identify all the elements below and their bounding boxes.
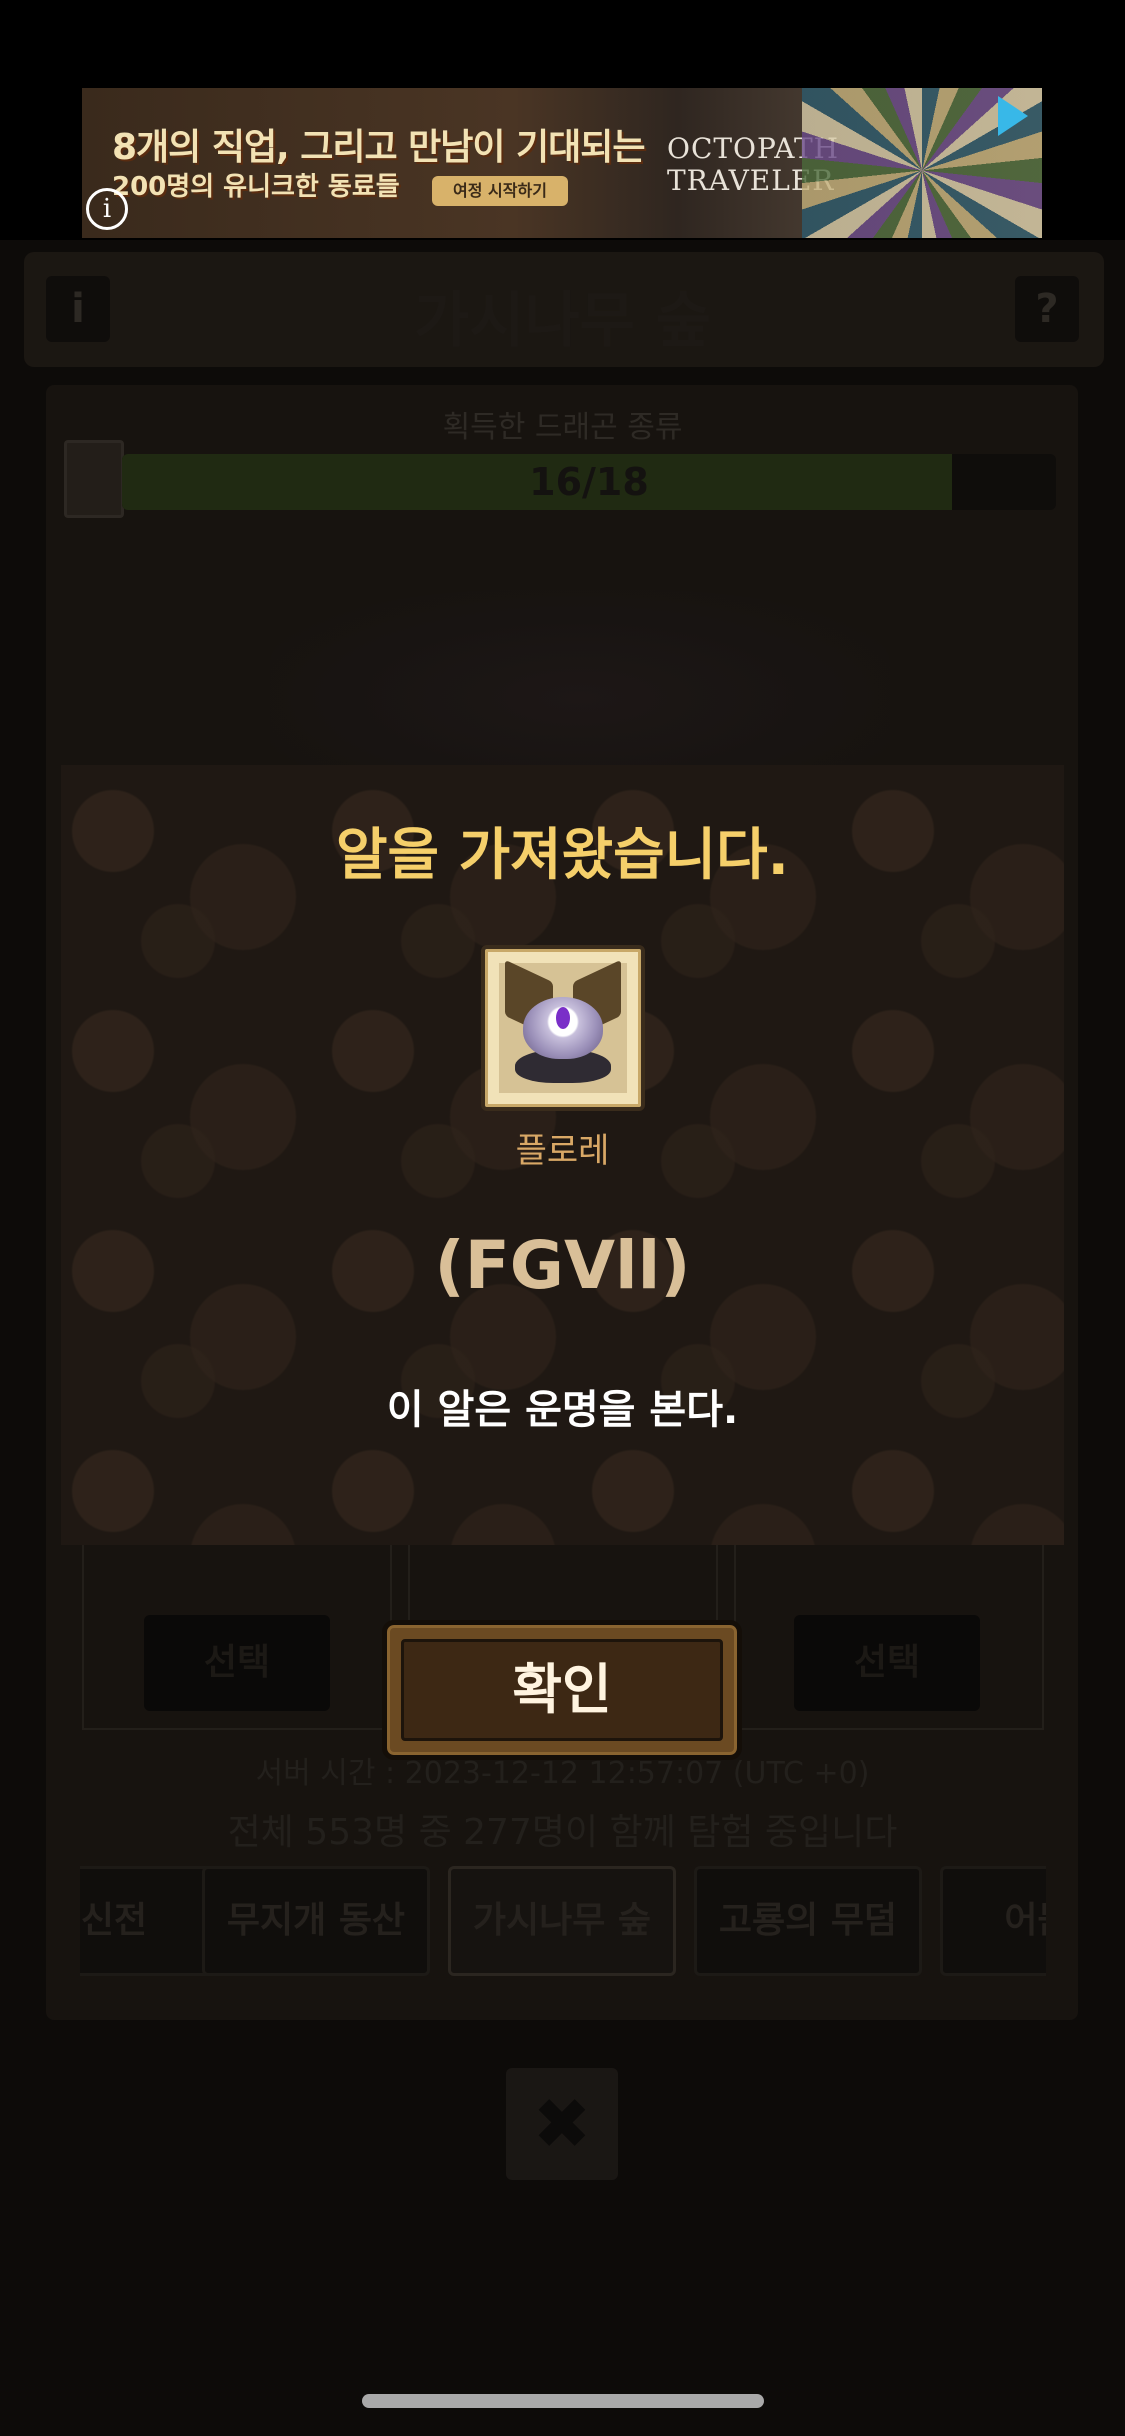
egg-code: (FGVll) [434, 1227, 691, 1304]
tab-thorn-forest[interactable]: 가시나무 숲 [448, 1866, 676, 1976]
egg-result-modal: 알을 가져왔습니다. 플로레 (FGVll) 이 알은 운명을 본다. [61, 765, 1064, 1545]
tab-ancient-dragon-tomb[interactable]: 고룡의 무덤 [694, 1866, 922, 1976]
page-title: 가시나무 숲 [414, 286, 711, 356]
ad-banner[interactable]: 8개의 직업, 그리고 만남이 기대되는 200명의 유니크한 동료들 여정 시… [82, 88, 1042, 238]
egg-icon [481, 945, 645, 1111]
region-tabs: 신전 무지개 동산 가시나무 숲 고룡의 무덤 어둠의 [80, 1866, 1046, 1980]
collection-caption: 획득한 드래곤 종류 [442, 410, 683, 445]
select-button-left[interactable]: 선택 [144, 1615, 330, 1711]
collection-progress-text: 16/18 [529, 460, 649, 504]
egg-name: 플로레 [515, 1131, 610, 1171]
ad-headline: 8개의 직업, 그리고 만남이 기대되는 [112, 127, 646, 168]
info-icon[interactable]: i [86, 188, 128, 230]
explorer-count: 전체 553명 중 277명이 함께 탐험 중입니다 [227, 1812, 898, 1853]
tab-rainbow-hill[interactable]: 무지개 동산 [202, 1866, 430, 1976]
tab-darkness[interactable]: 어둠의 [940, 1866, 1046, 1976]
book-icon [64, 440, 124, 518]
egg-artwork [499, 959, 627, 1093]
collection-progress-bar: 16/18 [122, 454, 1056, 510]
home-indicator[interactable] [362, 2394, 764, 2408]
close-icon[interactable]: ✖ [506, 2068, 618, 2180]
confirm-button[interactable]: 확인 [382, 1620, 742, 1760]
select-button-right[interactable]: 선택 [794, 1615, 980, 1711]
dragon-image [270, 590, 890, 770]
play-icon[interactable] [998, 96, 1028, 136]
ad-subline: 200명의 유니크한 동료들 [112, 172, 400, 202]
ad-cta-button[interactable]: 여정 시작하기 [432, 176, 568, 206]
modal-title: 알을 가져왔습니다. [336, 823, 789, 888]
confirm-button-label: 확인 [401, 1639, 723, 1741]
egg-gem [556, 1007, 570, 1029]
egg-description: 이 알은 운명을 본다. [386, 1387, 739, 1433]
